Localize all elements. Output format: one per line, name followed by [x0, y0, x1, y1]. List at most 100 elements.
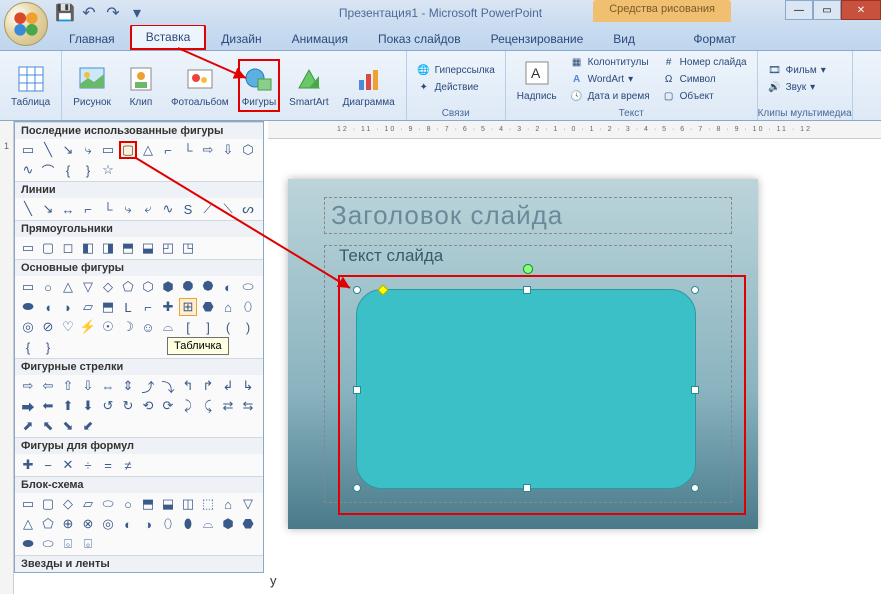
tab-view[interactable]: Вид — [598, 27, 650, 50]
shape-b28[interactable]: ⚡ — [79, 318, 97, 336]
shape-b31[interactable]: ☺ — [139, 318, 157, 336]
shape-line12[interactable]: ᔕ — [239, 200, 257, 218]
slidenum-button[interactable]: #Номер слайда — [658, 54, 751, 70]
shape-arrow-right[interactable]: ⇨ — [199, 141, 217, 159]
shape-f4[interactable]: ÷ — [79, 456, 97, 474]
shape-a21[interactable]: ⤸ — [179, 397, 197, 415]
shape-b32[interactable]: ⌓ — [159, 318, 177, 336]
shape-line1[interactable]: ╲ — [19, 200, 37, 218]
shape-elbow2[interactable]: └ — [179, 141, 197, 159]
resize-handle-n[interactable] — [523, 286, 531, 294]
save-button[interactable]: 💾 — [56, 4, 74, 22]
sound-button[interactable]: 🔊Звук ▾ — [764, 80, 830, 96]
shape-b11[interactable]: ◐ — [219, 278, 237, 296]
tab-format[interactable]: Формат — [678, 27, 751, 50]
shape-f1[interactable]: ✚ — [19, 456, 37, 474]
shape-b12[interactable]: ⬭ — [239, 278, 257, 296]
qat-customize[interactable]: ▾ — [128, 4, 146, 22]
shape-b23[interactable]: ⌂ — [219, 298, 237, 316]
shape-triangle[interactable]: △ — [139, 141, 157, 159]
resize-handle-nw[interactable] — [353, 286, 361, 294]
office-button[interactable] — [4, 2, 48, 46]
shape-b6[interactable]: ⬠ — [119, 278, 137, 296]
shape-arrow-line[interactable]: ↘ — [59, 141, 77, 159]
shape-b33[interactable]: [ — [179, 318, 197, 336]
picture-button[interactable]: Рисунок — [68, 60, 116, 111]
shape-fc26[interactable]: ⬭ — [39, 535, 57, 553]
shape-r1[interactable]: ▭ — [19, 239, 37, 257]
shape-fc7[interactable]: ⬒ — [139, 495, 157, 513]
shape-b14[interactable]: ◖ — [39, 298, 57, 316]
shape-brace-l[interactable]: { — [59, 161, 77, 179]
resize-handle-e[interactable] — [691, 386, 699, 394]
chart-button[interactable]: Диаграмма — [338, 60, 400, 111]
headerfooter-button[interactable]: ▦Колонтитулы — [566, 54, 654, 70]
shape-a19[interactable]: ⟲ — [139, 397, 157, 415]
shape-brace-r[interactable]: } — [79, 161, 97, 179]
shape-a8[interactable]: ⤵ — [159, 377, 177, 395]
shape-fc22[interactable]: ⌓ — [199, 515, 217, 533]
shape-b9[interactable]: ⯃ — [179, 278, 197, 296]
tab-insert[interactable]: Вставка — [130, 24, 207, 50]
shape-f2[interactable]: − — [39, 456, 57, 474]
shape-b18[interactable]: L — [119, 298, 137, 316]
shape-fc3[interactable]: ◇ — [59, 495, 77, 513]
shape-b35[interactable]: ( — [219, 318, 237, 336]
shape-b20[interactable]: ✚ — [159, 298, 177, 316]
shape-a22[interactable]: ⤹ — [199, 397, 217, 415]
shape-a24[interactable]: ⇆ — [239, 397, 257, 415]
shape-fc28[interactable]: ⌻ — [79, 535, 97, 553]
shape-fc1[interactable]: ▭ — [19, 495, 37, 513]
shape-b10[interactable]: ⯄ — [199, 278, 217, 296]
resize-handle-se[interactable] — [691, 484, 699, 492]
hyperlink-button[interactable]: 🌐Гиперссылка — [413, 63, 499, 79]
slide-canvas[interactable]: Заголовок слайда Текст слайда — [268, 139, 881, 539]
shape-plaque[interactable]: ⊞ — [179, 298, 197, 316]
shape-fc9[interactable]: ◫ — [179, 495, 197, 513]
album-button[interactable]: Фотоальбом — [166, 60, 234, 111]
shape-r9[interactable]: ◳ — [179, 239, 197, 257]
shape-a28[interactable]: ⬋ — [79, 417, 97, 435]
shape-connector[interactable]: ⤷ — [79, 141, 97, 159]
symbol-button[interactable]: ΩСимвол — [658, 71, 751, 87]
shape-fc11[interactable]: ⌂ — [219, 495, 237, 513]
shape-a20[interactable]: ⟳ — [159, 397, 177, 415]
action-button[interactable]: ✦Действие — [413, 80, 499, 96]
shape-a6[interactable]: ⇕ — [119, 377, 137, 395]
shape-b7[interactable]: ⬡ — [139, 278, 157, 296]
shape-a27[interactable]: ⬊ — [59, 417, 77, 435]
shape-r7[interactable]: ⬓ — [139, 239, 157, 257]
object-button[interactable]: ▢Объект — [658, 88, 751, 104]
shape-a2[interactable]: ⇦ — [39, 377, 57, 395]
shape-f6[interactable]: ≠ — [119, 456, 137, 474]
shape-b22[interactable]: ⬣ — [199, 298, 217, 316]
shape-b36[interactable]: ) — [239, 318, 257, 336]
redo-button[interactable]: ↷ — [104, 4, 122, 22]
shape-fc5[interactable]: ⬭ — [99, 495, 117, 513]
shape-b2[interactable]: ○ — [39, 278, 57, 296]
shape-a13[interactable]: ⮕ — [19, 397, 37, 415]
shape-star[interactable]: ☆ — [99, 161, 117, 179]
shape-a17[interactable]: ↺ — [99, 397, 117, 415]
shape-b24[interactable]: ⬯ — [239, 298, 257, 316]
shape-b15[interactable]: ◗ — [59, 298, 77, 316]
tab-design[interactable]: Дизайн — [206, 27, 276, 50]
shape-line2[interactable]: ↘ — [39, 200, 57, 218]
shape-b17[interactable]: ⬒ — [99, 298, 117, 316]
shape-fc25[interactable]: ⬬ — [19, 535, 37, 553]
close-button[interactable]: ✕ — [841, 0, 881, 20]
shape-b8[interactable]: ⬢ — [159, 278, 177, 296]
resize-handle-sw[interactable] — [353, 484, 361, 492]
shape-b26[interactable]: ⊘ — [39, 318, 57, 336]
shape-fc20[interactable]: ⬯ — [159, 515, 177, 533]
shape-a26[interactable]: ⬉ — [39, 417, 57, 435]
shape-rounded-rect[interactable]: ▢ — [119, 141, 137, 159]
tab-home[interactable]: Главная — [54, 27, 130, 50]
table-button[interactable]: Таблица — [6, 60, 55, 111]
resize-handle-ne[interactable] — [691, 286, 699, 294]
shape-a18[interactable]: ↻ — [119, 397, 137, 415]
shape-b4[interactable]: ▽ — [79, 278, 97, 296]
shape-a1[interactable]: ⇨ — [19, 377, 37, 395]
shape-a4[interactable]: ⇩ — [79, 377, 97, 395]
shape-elbow[interactable]: ⌐ — [159, 141, 177, 159]
